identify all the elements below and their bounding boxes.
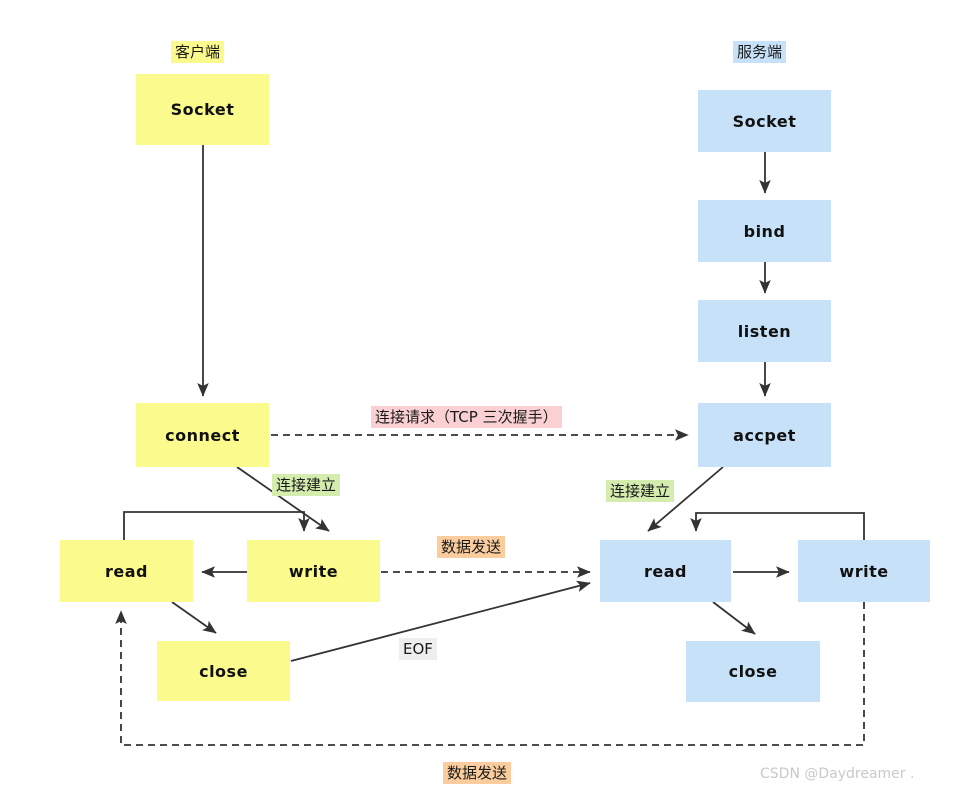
node-label: close: [728, 662, 778, 681]
diagram-canvas: Socket connect read write close Socket b…: [0, 0, 959, 792]
node-label: listen: [737, 321, 792, 341]
node-client-write[interactable]: write: [247, 540, 380, 602]
node-server-write[interactable]: write: [798, 540, 930, 602]
node-label: accpet: [733, 425, 796, 445]
node-client-close[interactable]: close: [157, 641, 290, 701]
node-server-bind[interactable]: bind: [698, 200, 831, 262]
node-server-close[interactable]: close: [686, 641, 820, 702]
node-client-socket[interactable]: Socket: [136, 74, 269, 145]
edge-server-write-loop-to-read: [690, 512, 865, 540]
edge-server-read-to-close: [712, 601, 756, 635]
watermark: CSDN @Daydreamer .: [760, 766, 915, 782]
edge-client-read-loop-to-write: [123, 511, 310, 540]
label-tcp-handshake: 连接请求（TCP 三次握手）: [371, 406, 562, 429]
label-server-title: 服务端: [733, 41, 787, 64]
node-label: read: [105, 561, 148, 581]
node-label: close: [199, 661, 248, 681]
node-label: Socket: [170, 100, 235, 119]
node-label: read: [644, 561, 687, 581]
node-client-connect[interactable]: connect: [136, 403, 269, 467]
node-label: write: [288, 561, 339, 581]
node-server-accpet[interactable]: accpet: [698, 403, 831, 467]
node-server-socket[interactable]: Socket: [698, 90, 831, 152]
label-data-send-bottom: 数据发送: [443, 762, 512, 785]
node-label: bind: [743, 221, 786, 241]
node-label: Socket: [732, 111, 797, 131]
label-connection-established-client: 连接建立: [272, 474, 341, 497]
label-client-title: 客户端: [171, 41, 225, 64]
node-label: write: [839, 561, 889, 581]
node-server-listen[interactable]: listen: [698, 300, 831, 362]
label-connection-established-server: 连接建立: [606, 480, 675, 503]
node-client-read[interactable]: read: [60, 540, 193, 602]
node-server-read[interactable]: read: [600, 540, 731, 602]
edge-client-read-to-close: [171, 601, 217, 634]
node-label: connect: [165, 425, 240, 445]
label-data-send-middle: 数据发送: [437, 536, 506, 559]
label-eof: EOF: [399, 638, 437, 661]
